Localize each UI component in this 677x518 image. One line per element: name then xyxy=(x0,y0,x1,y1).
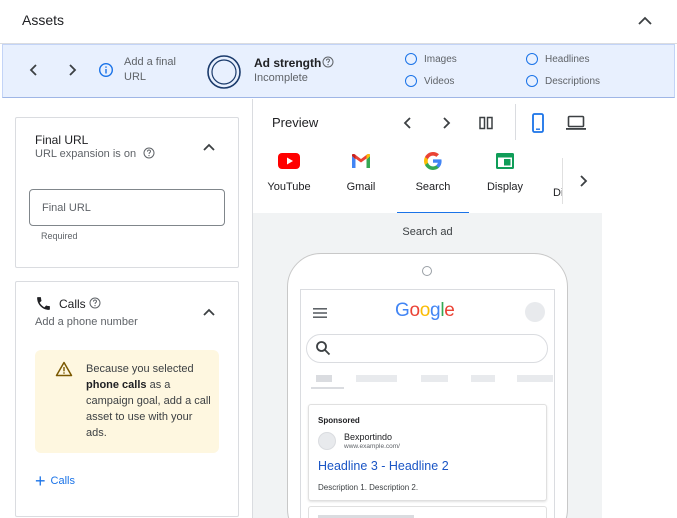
mobile-icon[interactable] xyxy=(528,112,548,134)
final-url-subtitle: URL expansion is on xyxy=(35,148,137,160)
filter-placeholder xyxy=(421,375,448,382)
google-logo: Google xyxy=(395,300,455,322)
ad-description: Description 1. Description 2. xyxy=(318,483,419,492)
help-icon[interactable] xyxy=(143,147,155,159)
requirement-images: Images xyxy=(405,53,457,65)
google-logo-letter: o xyxy=(419,300,431,321)
calls-warning-text: Because you selected phone calls as a ca… xyxy=(86,363,211,439)
chevron-left-icon[interactable] xyxy=(24,60,44,80)
filter-placeholder xyxy=(517,375,553,382)
assets-header xyxy=(0,0,677,44)
chevron-up-icon[interactable] xyxy=(634,10,656,32)
requirement-descriptions: Descriptions xyxy=(526,75,600,87)
chevron-left-icon[interactable] xyxy=(398,113,418,133)
unchecked-circle-icon xyxy=(526,75,538,87)
google-logo-letter: e xyxy=(444,300,455,321)
chevron-up-icon[interactable] xyxy=(199,302,219,322)
info-icon xyxy=(98,62,114,78)
filter-placeholder xyxy=(316,375,332,382)
toolbar-divider xyxy=(515,104,516,140)
phone-camera xyxy=(422,266,432,276)
add-final-url-hint[interactable]: Add a final URL xyxy=(124,55,194,85)
menu-icon xyxy=(312,306,328,320)
unchecked-circle-icon xyxy=(526,53,538,65)
chevron-up-icon[interactable] xyxy=(199,137,219,157)
help-icon[interactable] xyxy=(89,297,101,309)
final-url-title: Final URL xyxy=(35,133,89,147)
preview-title: Preview xyxy=(272,115,319,130)
requirement-videos: Videos xyxy=(405,75,454,87)
chevron-right-icon[interactable] xyxy=(62,60,82,80)
filter-underline xyxy=(311,387,344,389)
mock-search-box xyxy=(306,334,548,363)
google-logo-letter: G xyxy=(395,300,410,321)
desktop-icon[interactable] xyxy=(565,113,587,133)
preview-type-label: Search ad xyxy=(402,226,453,238)
chevron-right-icon[interactable] xyxy=(573,171,593,191)
google-logo-letter: o xyxy=(409,300,420,321)
ad-favicon xyxy=(318,432,336,450)
final-url-input[interactable] xyxy=(29,189,225,226)
ad-strength-ring xyxy=(206,54,242,90)
display-icon xyxy=(493,150,517,172)
filter-placeholder xyxy=(356,375,397,382)
chevron-right-icon[interactable] xyxy=(436,113,456,133)
search-icon xyxy=(315,340,331,356)
filter-placeholder xyxy=(471,375,495,382)
assets-title: Assets xyxy=(22,12,65,28)
ad-headline: Headline 3 - Headline 2 xyxy=(318,459,449,473)
ad-strength-value: Incomplete xyxy=(254,72,308,84)
ad-strength-label: Ad strength xyxy=(254,56,322,70)
calls-title: Calls xyxy=(59,297,86,311)
gmail-icon xyxy=(349,150,373,172)
tab-gmail[interactable]: Gmail xyxy=(336,150,386,193)
phone-icon xyxy=(35,295,52,312)
tab-youtube[interactable]: YouTube xyxy=(262,150,316,193)
final-url-helper-text: Required xyxy=(41,231,78,241)
google-logo-letter: g xyxy=(430,300,441,321)
plus-icon: + xyxy=(35,471,46,491)
google-icon xyxy=(421,150,445,172)
avatar xyxy=(525,302,545,322)
requirement-headlines: Headlines xyxy=(526,53,589,65)
unchecked-circle-icon xyxy=(405,53,417,65)
tab-search[interactable]: Search xyxy=(397,150,469,213)
unchecked-circle-icon xyxy=(405,75,417,87)
warning-icon xyxy=(55,360,73,378)
ad-display-url: www.example.com/ xyxy=(344,443,400,450)
columns-icon[interactable] xyxy=(477,114,495,132)
ad-sponsored-label: Sponsored xyxy=(318,416,360,425)
help-icon[interactable] xyxy=(322,56,334,68)
ad-advertiser: Bexportindo xyxy=(344,432,393,442)
add-calls-button[interactable]: + Calls xyxy=(35,471,75,491)
youtube-icon xyxy=(277,150,301,172)
tab-display[interactable]: Display xyxy=(478,150,532,193)
calls-subtitle: Add a phone number xyxy=(35,316,138,328)
tabs-divider xyxy=(562,158,563,204)
